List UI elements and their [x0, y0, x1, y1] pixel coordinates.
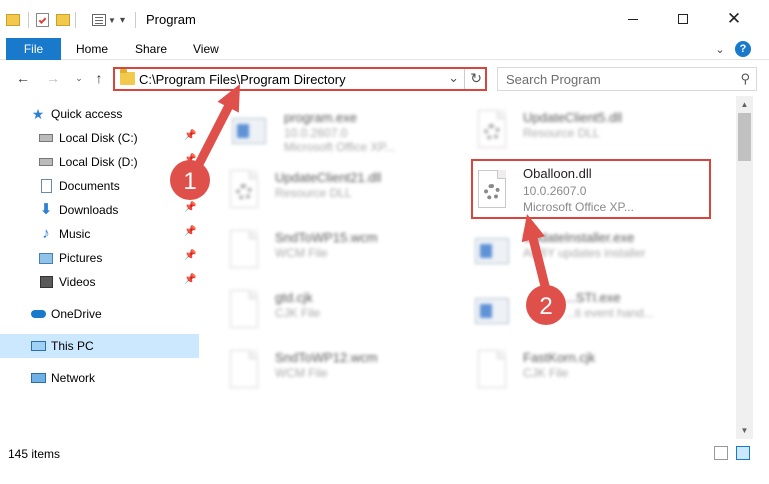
file-item-fastkorn-cjk[interactable]: FastKorn.cjk CJK File: [475, 344, 705, 396]
window-bottom-edge: [0, 465, 769, 484]
chevron-down-icon: ▼: [108, 15, 116, 25]
customize-toolbar-icon[interactable]: ▾: [120, 10, 125, 30]
star-icon: ★: [31, 105, 45, 122]
file-item-updateinstaller-exe[interactable]: UpdateInstaller.exe ABBY updates install…: [475, 224, 705, 276]
pin-icon[interactable]: 📌: [184, 154, 196, 165]
search-input[interactable]: [506, 71, 716, 87]
file-item-sti-exe[interactable]: ...STI.exe ...ti event hand...: [475, 284, 705, 336]
nav-item-downloads[interactable]: ⬇ Downloads 📌: [0, 198, 199, 222]
window-title: Program: [146, 12, 196, 27]
maximize-icon[interactable]: [660, 0, 706, 38]
pin-icon[interactable]: 📌: [184, 226, 196, 237]
tab-view[interactable]: View: [193, 38, 219, 60]
nav-item-network[interactable]: Network: [0, 366, 199, 390]
close-icon[interactable]: ✕: [711, 0, 757, 38]
cloud-icon: [30, 306, 46, 322]
scroll-down-icon[interactable]: ▼: [736, 422, 753, 439]
address-dropdown-icon[interactable]: ⌄: [448, 70, 459, 86]
pin-icon[interactable]: 📌: [184, 178, 196, 189]
drive-icon: [38, 130, 54, 146]
nav-item-pictures[interactable]: Pictures 📌: [0, 246, 199, 270]
music-icon: ♪: [42, 224, 50, 242]
status-bar: 145 items: [0, 441, 769, 465]
nav-item-documents[interactable]: Documents 📌: [0, 174, 199, 198]
forward-arrow-icon[interactable]: →: [44, 69, 62, 87]
pin-icon[interactable]: 📌: [184, 130, 196, 141]
file-item-gtd-cjk[interactable]: gtd.cjk CJK File: [227, 284, 457, 336]
vertical-divider: [75, 10, 76, 30]
expand-ribbon-icon[interactable]: ⌄: [712, 41, 728, 57]
recent-locations-chevron-icon[interactable]: ⌄: [70, 69, 88, 87]
pin-icon[interactable]: 📌: [184, 274, 196, 285]
download-icon: ⬇: [39, 201, 53, 218]
back-arrow-icon[interactable]: ←: [14, 69, 32, 87]
exe-file-icon: [475, 290, 509, 330]
search-box[interactable]: ⚲: [497, 67, 757, 91]
vertical-divider: [135, 10, 136, 30]
folder-icon: [6, 10, 20, 30]
ribbon-tabs: File Home Share View ⌄ ?: [0, 38, 769, 60]
folder-icon: [120, 69, 135, 85]
vertical-scrollbar[interactable]: ▲ ▼: [736, 96, 753, 439]
up-arrow-icon[interactable]: ↑: [90, 69, 108, 87]
navigation-pane: ★ Quick access Local Disk (C:) 📌 Local D…: [0, 96, 205, 439]
pictures-icon: [38, 250, 54, 266]
refresh-icon[interactable]: ↻: [470, 70, 482, 87]
generic-file-icon: [227, 230, 261, 270]
vertical-divider: [28, 10, 29, 30]
title-bar: ▼ ▾ Program ✕: [0, 0, 769, 38]
exe-file-icon: [475, 230, 509, 270]
dll-file-icon: [475, 110, 509, 150]
address-row: ← → ⌄ ↑ C:\Program Files\Program Directo…: [0, 61, 769, 95]
file-item-program-exe[interactable]: program.exe 10.0.2607.0 Microsoft Office…: [232, 104, 462, 156]
file-list: program.exe 10.0.2607.0 Microsoft Office…: [205, 96, 736, 439]
address-divider: [464, 69, 465, 89]
pin-icon[interactable]: 📌: [184, 202, 196, 213]
properties-icon[interactable]: [36, 10, 49, 30]
address-path[interactable]: C:\Program Files\Program Directory: [139, 72, 346, 87]
file-item-updateclient21-dll[interactable]: UpdateClient21.dll Resource DLL: [227, 164, 457, 216]
nav-item-quick-access[interactable]: ★ Quick access: [0, 102, 199, 126]
tab-home[interactable]: Home: [76, 38, 108, 60]
tab-share[interactable]: Share: [135, 38, 167, 60]
nav-item-local-disk-d[interactable]: Local Disk (D:) 📌: [0, 150, 199, 174]
highlight-box-oballoon: [471, 159, 711, 219]
generic-file-icon: [227, 350, 261, 390]
scroll-up-icon[interactable]: ▲: [736, 96, 753, 113]
nav-item-videos[interactable]: Videos 📌: [0, 270, 199, 294]
exe-file-icon: [232, 110, 266, 150]
file-item-updateclient5-dll[interactable]: UpdateClient5.dll Resource DLL: [475, 104, 705, 156]
address-bar[interactable]: C:\Program Files\Program Directory ⌄ ↻: [113, 67, 487, 91]
tiles-view-icon[interactable]: [736, 446, 750, 460]
tab-file[interactable]: File: [6, 38, 61, 60]
nav-item-this-pc[interactable]: This PC: [0, 334, 199, 358]
scrollbar-thumb[interactable]: [738, 113, 751, 161]
file-item-sndtowp15-wcm[interactable]: SndToWP15.wcm WCM File: [227, 224, 457, 276]
item-count: 145 items: [8, 447, 61, 461]
search-icon[interactable]: ⚲: [740, 71, 750, 87]
network-icon: [30, 370, 46, 386]
generic-file-icon: [475, 350, 509, 390]
documents-icon: [38, 178, 54, 194]
nav-item-onedrive[interactable]: OneDrive: [0, 302, 199, 326]
computer-icon: [30, 338, 46, 354]
dll-file-icon: [227, 170, 261, 210]
drive-icon: [38, 154, 54, 170]
videos-icon: [38, 274, 54, 290]
details-view-icon[interactable]: [714, 446, 728, 460]
pin-icon[interactable]: 📌: [184, 250, 196, 261]
help-icon[interactable]: ?: [735, 41, 751, 57]
new-folder-icon[interactable]: [56, 10, 70, 30]
nav-item-local-disk-c[interactable]: Local Disk (C:) 📌: [0, 126, 199, 150]
view-options-icon[interactable]: ▼: [92, 10, 116, 30]
nav-item-music[interactable]: ♪ Music 📌: [0, 222, 199, 246]
generic-file-icon: [227, 290, 261, 330]
file-item-sndtowp12-wcm[interactable]: SndToWP12.wcm WCM File: [227, 344, 457, 396]
minimize-icon[interactable]: [610, 0, 656, 38]
